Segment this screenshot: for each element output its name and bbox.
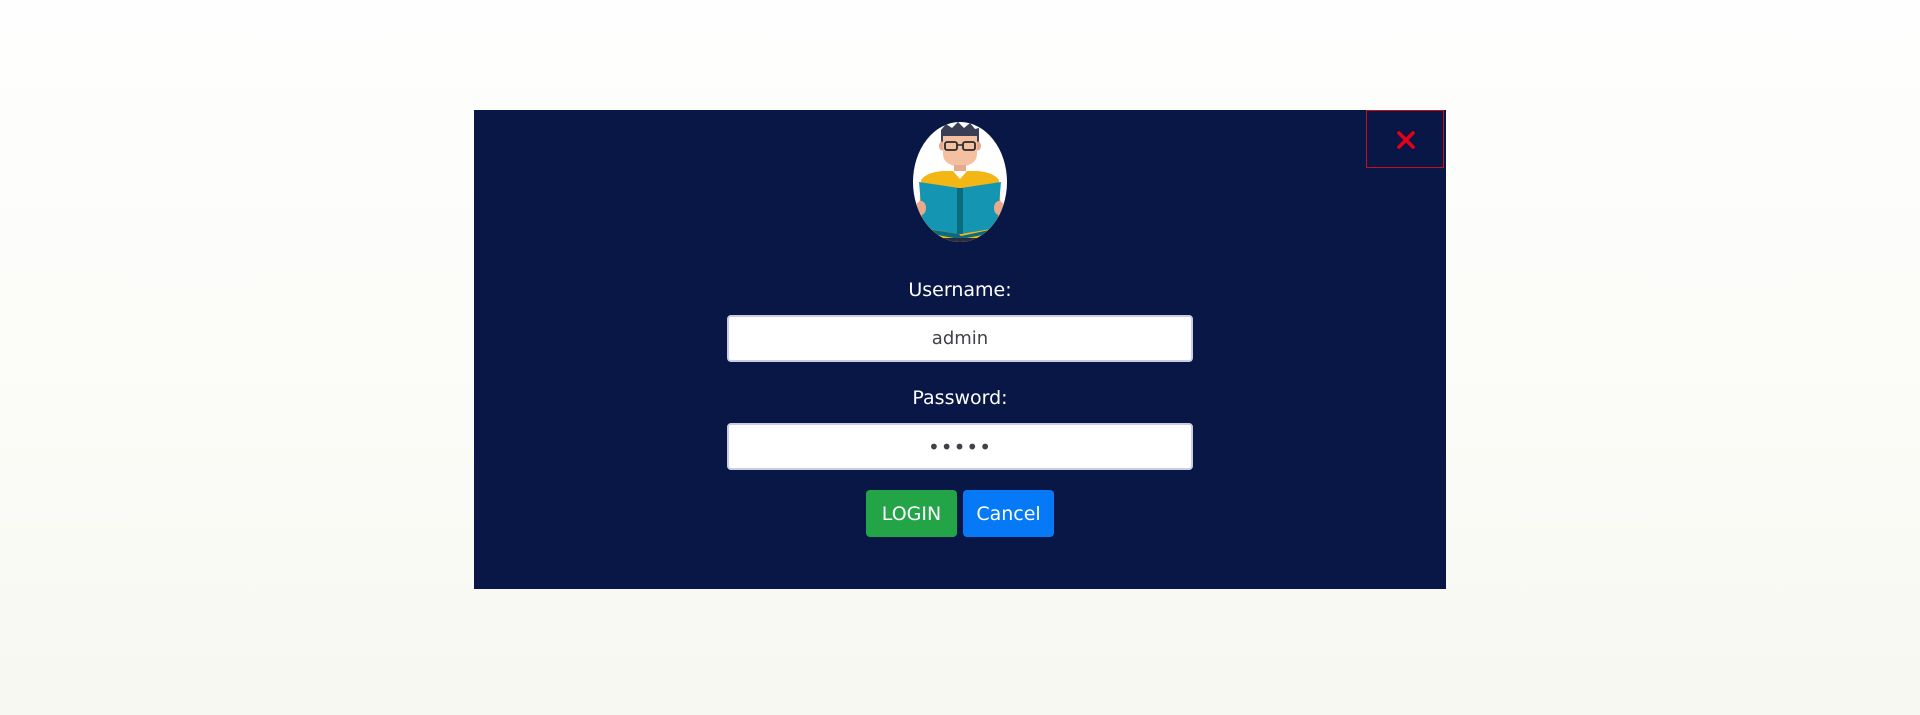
password-input[interactable] bbox=[727, 423, 1193, 470]
username-input[interactable] bbox=[727, 315, 1193, 362]
close-icon bbox=[1397, 131, 1415, 149]
close-button[interactable] bbox=[1366, 110, 1444, 168]
password-label: Password: bbox=[912, 387, 1008, 409]
login-button[interactable]: LOGIN bbox=[866, 490, 957, 537]
cancel-button[interactable]: Cancel bbox=[963, 490, 1054, 537]
username-label: Username: bbox=[908, 279, 1012, 301]
reader-avatar bbox=[913, 122, 1007, 242]
login-modal: Username: Password: LOGIN Cancel bbox=[474, 110, 1446, 589]
